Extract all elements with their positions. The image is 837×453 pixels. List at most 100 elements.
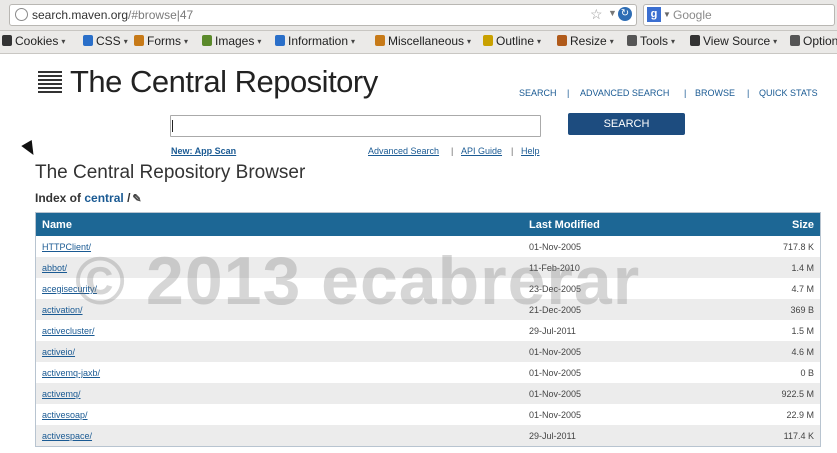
table-row: activespace/29-Jul-2011 117.4 K [36, 425, 820, 446]
modified-date: 01-Nov-2005 [529, 347, 582, 357]
nav-browse[interactable]: BROWSE [695, 88, 735, 98]
chevron-down-icon: ▾ [467, 37, 472, 46]
file-size: 4.6 M [791, 347, 814, 357]
file-size: 0 B [800, 368, 814, 378]
link-separator: | [451, 146, 454, 156]
toolbar-information-icon [275, 35, 285, 46]
file-size: 117.4 K [783, 431, 814, 441]
chevron-down-icon: ▾ [671, 37, 676, 46]
link-separator: | [511, 146, 514, 156]
chevron-down-icon: ▾ [61, 37, 66, 46]
search-input[interactable] [170, 115, 541, 137]
site-logo-icon [38, 71, 62, 93]
toolbar-resize-icon [557, 35, 567, 46]
toolbar-item-label: Outline [496, 34, 535, 48]
text-caret [172, 120, 173, 132]
directory-link[interactable]: activemq-jaxb/ [42, 368, 100, 378]
modified-date: 21-Dec-2005 [529, 305, 582, 315]
directory-link[interactable]: activation/ [42, 305, 83, 315]
pencil-icon[interactable]: ✎ [132, 193, 141, 205]
nav-separator: | [567, 88, 570, 98]
header-last-modified[interactable]: Last Modified [529, 219, 600, 231]
header-name[interactable]: Name [42, 219, 72, 231]
toolbar-item-resize[interactable]: Resize ▾ [557, 34, 614, 48]
chevron-down-icon: ▾ [184, 37, 189, 46]
nav-advanced-search[interactable]: ADVANCED SEARCH [580, 88, 669, 98]
directory-link[interactable]: HTTPClient/ [42, 242, 91, 252]
directory-link[interactable]: acegisecurity/ [42, 284, 97, 294]
search-button[interactable]: SEARCH [568, 113, 685, 135]
nav-separator: | [684, 88, 687, 98]
toolbar-item-miscellaneous[interactable]: Miscellaneous ▾ [375, 34, 471, 48]
toolbar-item-images[interactable]: Images ▾ [202, 34, 261, 48]
directory-link[interactable]: activecluster/ [42, 326, 95, 336]
nav-search[interactable]: SEARCH [519, 88, 557, 98]
toolbar-item-information[interactable]: Information ▾ [275, 34, 355, 48]
toolbar-item-label: View Source [703, 34, 771, 48]
table-body: HTTPClient/01-Nov-2005 717.8 K abbot/11-Fe… [36, 236, 820, 446]
chevron-down-icon: ▾ [351, 37, 356, 46]
toolbar-item-label: Options [803, 34, 837, 48]
table-row: activemq-jaxb/01-Nov-2005 0 B [36, 362, 820, 383]
file-size: 922.5 M [781, 389, 814, 399]
table-header: Name Last Modified Size [36, 213, 820, 236]
modified-date: 11-Feb-2010 [529, 263, 580, 273]
toolbar-item-outline[interactable]: Outline ▾ [483, 34, 541, 48]
chevron-down-icon: ▾ [123, 37, 128, 46]
toolbar-miscellaneous-icon [375, 35, 385, 46]
directory-link[interactable]: activespace/ [42, 431, 92, 441]
directory-link[interactable]: activesoap/ [42, 410, 88, 420]
toolbar-item-view-source[interactable]: View Source ▾ [690, 34, 777, 48]
toolbar-cookies-icon [2, 35, 12, 46]
bookmark-star-icon[interactable]: ☆ [590, 6, 603, 23]
history-dropdown-icon[interactable]: ▼ [608, 8, 617, 18]
page-content: The Central Repository SEARCH | ADVANCED… [0, 54, 837, 453]
table-row: activation/21-Dec-2005 369 B [36, 299, 820, 320]
table-row: activemq/01-Nov-2005 922.5 M [36, 383, 820, 404]
help-link[interactable]: Help [521, 146, 540, 156]
google-logo-icon[interactable]: g [647, 7, 661, 22]
toolbar-item-label: Information [288, 34, 349, 48]
toolbar-item-tools[interactable]: Tools ▾ [627, 34, 675, 48]
url-path: /#browse|47 [128, 8, 194, 22]
toolbar-item-label: Forms [147, 34, 181, 48]
directory-link[interactable]: activemq/ [42, 389, 81, 399]
modified-date: 01-Nov-2005 [529, 368, 582, 378]
nav-quick-stats[interactable]: QUICK STATS [759, 88, 818, 98]
toolbar-item-options[interactable]: Options [790, 34, 837, 48]
address-bar[interactable]: search.maven.org/#browse|47 ☆ ▼ ↻ [9, 4, 637, 26]
file-size: 1.4 M [791, 263, 814, 273]
toolbar-css-icon [83, 35, 93, 46]
file-size: 4.7 M [791, 284, 814, 294]
browser-heading: The Central Repository Browser [35, 162, 306, 183]
chevron-down-icon: ▾ [257, 37, 262, 46]
site-title: The Central Repository [70, 64, 378, 99]
toolbar-item-label: Images [215, 34, 255, 48]
toolbar-item-cookies[interactable]: Cookies ▾ [2, 34, 65, 48]
toolbar-item-label: CSS [96, 34, 121, 48]
browser-navigation-bar: search.maven.org/#browse|47 ☆ ▼ ↻ g ▼ Go… [0, 0, 837, 31]
header-size[interactable]: Size [792, 219, 814, 231]
table-row: activeio/01-Nov-2005 4.6 M [36, 341, 820, 362]
toolbar-tools-icon [627, 35, 637, 46]
toolbar-item-forms[interactable]: Forms ▾ [134, 34, 188, 48]
api-guide-link[interactable]: API Guide [461, 146, 502, 156]
directory-link[interactable]: activeio/ [42, 347, 75, 357]
directory-link[interactable]: abbot/ [42, 263, 67, 273]
advanced-search-link[interactable]: Advanced Search [368, 146, 439, 156]
file-size: 1.5 M [791, 326, 814, 336]
toolbar-item-css[interactable]: CSS ▾ [83, 34, 128, 48]
mouse-cursor-icon [21, 139, 39, 159]
reload-icon[interactable]: ↻ [618, 7, 632, 21]
breadcrumb-central[interactable]: central [84, 191, 123, 205]
table-row: HTTPClient/01-Nov-2005 717.8 K [36, 236, 820, 257]
chevron-down-icon: ▾ [609, 37, 614, 46]
engine-dropdown-icon[interactable]: ▼ [663, 10, 671, 19]
web-search-box[interactable]: g ▼ Google [643, 4, 835, 26]
modified-date: 29-Jul-2011 [529, 431, 576, 441]
breadcrumb-slash: / [127, 191, 131, 205]
app-scan-link[interactable]: New: App Scan [171, 146, 236, 156]
chevron-down-icon: ▾ [537, 37, 542, 46]
modified-date: 01-Nov-2005 [529, 410, 582, 420]
address-url: search.maven.org/#browse|47 [32, 8, 193, 22]
